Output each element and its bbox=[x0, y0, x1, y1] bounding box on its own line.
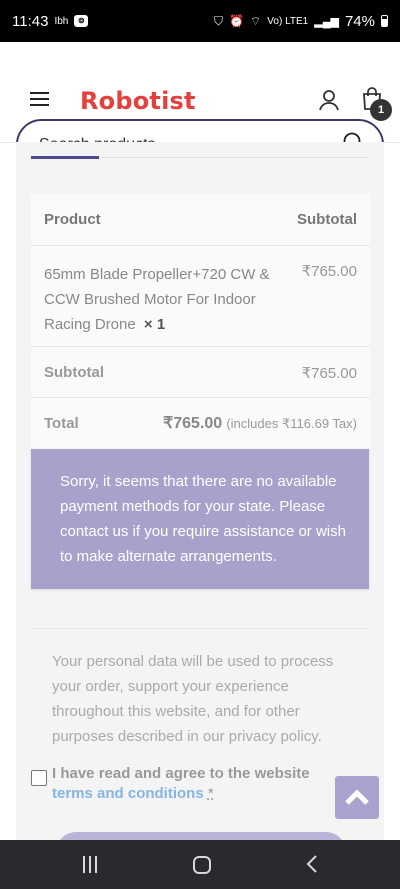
terms-link[interactable]: terms and conditions bbox=[52, 785, 204, 802]
status-left: 11:43 Ibh ⊜ bbox=[12, 12, 89, 30]
tab-divider bbox=[99, 157, 369, 158]
col-product-header: Product bbox=[44, 211, 101, 228]
tax-note: (includes ₹116.69 Tax) bbox=[226, 416, 357, 431]
product-price: ₹765.00 bbox=[301, 263, 357, 280]
terms-label: I have read and agree to the website ter… bbox=[52, 764, 352, 804]
account-icon[interactable] bbox=[318, 89, 340, 111]
active-tab-indicator bbox=[31, 156, 99, 159]
total-cell: ₹765.00 (includes ₹116.69 Tax) bbox=[163, 413, 357, 433]
no-payment-notice: Sorry, it seems that there are no availa… bbox=[31, 449, 369, 589]
site-header: Robotist 1 bbox=[0, 42, 400, 170]
back-icon[interactable] bbox=[306, 855, 318, 873]
cart-count-badge: 1 bbox=[370, 99, 392, 121]
status-right: ⛉ ⏰ ⌔ Vo) LTE1 ▂▄▆ 74% bbox=[214, 13, 388, 30]
site-logo[interactable]: Robotist bbox=[80, 87, 196, 115]
product-cell: 65mm Blade Propeller+720 CW & CCW Brushe… bbox=[44, 262, 284, 337]
privacy-policy-text: Your personal data will be used to proce… bbox=[52, 653, 334, 745]
total-row: Total ₹765.00 (includes ₹116.69 Tax) bbox=[31, 398, 370, 448]
signal-icon: ▂▄▆ bbox=[314, 15, 339, 28]
menu-icon[interactable] bbox=[30, 92, 49, 106]
vpn-icon: ⛉ bbox=[214, 13, 224, 28]
wifi-icon: ⌔ bbox=[250, 13, 262, 28]
battery-icon bbox=[381, 15, 388, 27]
subtotal-label: Subtotal bbox=[44, 364, 104, 381]
carrier-tag: Ibh bbox=[54, 15, 69, 27]
product-quantity: × 1 bbox=[143, 316, 166, 333]
scroll-to-top-button[interactable] bbox=[335, 776, 379, 819]
subtotal-row: Subtotal ₹765.00 bbox=[31, 347, 370, 398]
system-nav-bar bbox=[0, 840, 400, 889]
network-label: Vo) LTE1 bbox=[267, 15, 309, 27]
status-time: 11:43 bbox=[12, 12, 49, 30]
recents-icon[interactable] bbox=[81, 856, 99, 873]
home-icon[interactable] bbox=[193, 856, 211, 874]
total-amount: ₹765.00 bbox=[163, 415, 223, 432]
terms-checkbox[interactable] bbox=[31, 770, 47, 786]
chevron-up-icon bbox=[345, 789, 369, 805]
subtotal-value: ₹765.00 bbox=[301, 365, 357, 382]
total-label: Total bbox=[44, 415, 79, 432]
order-review-table: Product Subtotal 65mm Blade Propeller+72… bbox=[31, 194, 370, 448]
notification-icon: ⊜ bbox=[74, 15, 89, 27]
checkout-panel: Product Subtotal 65mm Blade Propeller+72… bbox=[16, 142, 384, 872]
table-row: 65mm Blade Propeller+720 CW & CCW Brushe… bbox=[31, 246, 370, 347]
terms-prefix: I have read and agree to the website bbox=[52, 765, 310, 782]
status-bar: 11:43 Ibh ⊜ ⛉ ⏰ ⌔ Vo) LTE1 ▂▄▆ 74% bbox=[0, 0, 400, 42]
battery-percent: 74% bbox=[344, 12, 375, 30]
table-header-row: Product Subtotal bbox=[31, 194, 370, 246]
terms-row: I have read and agree to the website ter… bbox=[31, 764, 349, 812]
required-mark: * bbox=[207, 785, 214, 802]
col-subtotal-header: Subtotal bbox=[297, 211, 357, 228]
alarm-icon: ⏰ bbox=[229, 14, 245, 28]
section-divider bbox=[31, 628, 369, 629]
